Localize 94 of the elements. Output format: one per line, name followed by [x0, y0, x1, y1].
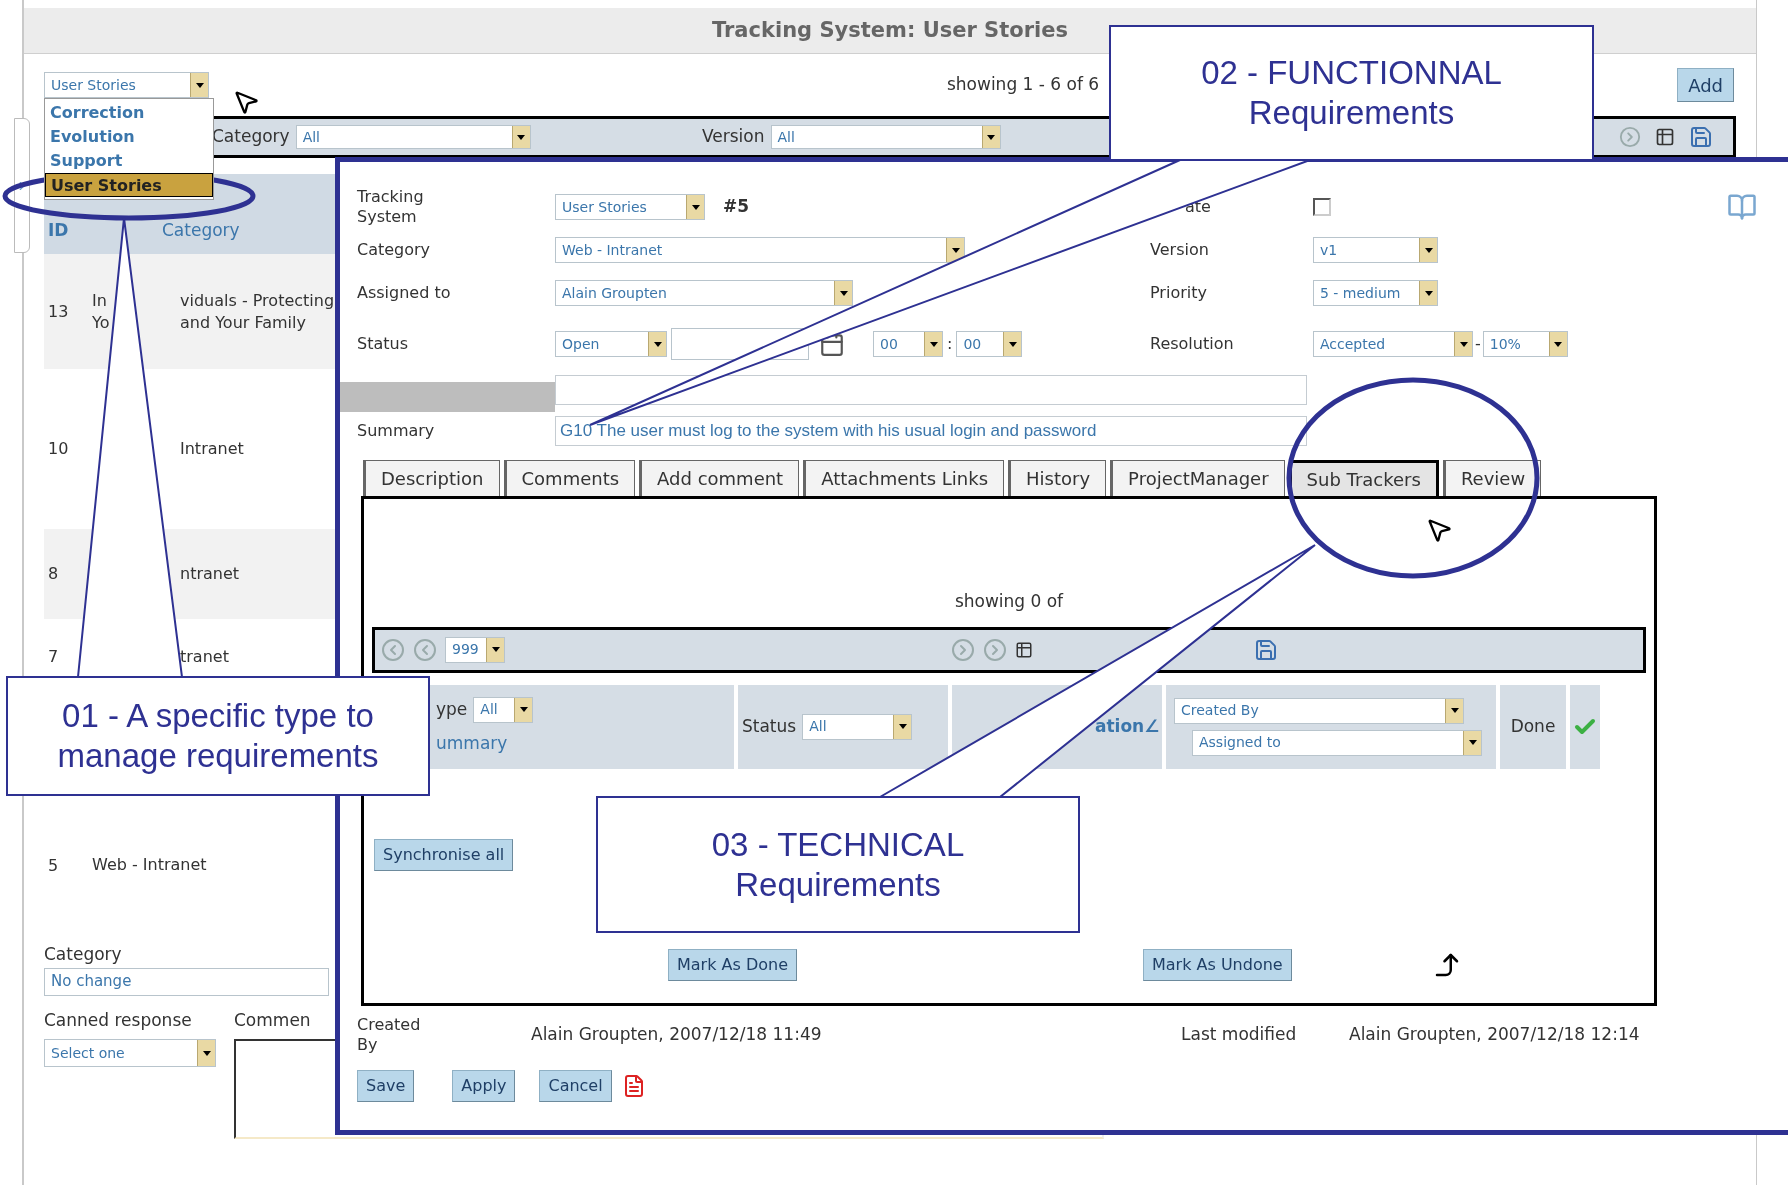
- tab[interactable]: Review: [1442, 460, 1542, 496]
- time-separator: :: [947, 333, 953, 355]
- form-button[interactable]: Cancel: [539, 1070, 612, 1102]
- field-label: Last modified: [1181, 1023, 1298, 1047]
- tab[interactable]: Description: [363, 460, 500, 496]
- columns-icon[interactable]: [1655, 127, 1675, 147]
- field-label: Created By: [357, 1015, 422, 1055]
- field-label: Version: [1150, 240, 1210, 260]
- assigned-to-select[interactable]: Assigned to: [1192, 729, 1482, 756]
- table-cell: Yo: [92, 312, 110, 332]
- form-button[interactable]: Save: [357, 1070, 415, 1102]
- dropdown-option[interactable]: Evolution: [45, 125, 213, 149]
- tab[interactable]: Comments: [503, 460, 636, 496]
- field-label: Summary: [357, 421, 436, 441]
- field-label: Category: [44, 943, 123, 966]
- column-header: Done: [1510, 714, 1556, 738]
- created-info: Alain Groupten, 2007/12/18 11:49: [531, 1023, 823, 1047]
- showing-count: showing 0 of: [953, 590, 1065, 613]
- columns-icon[interactable]: [1015, 640, 1033, 659]
- table-cell: and Your Family: [180, 311, 306, 334]
- version-select[interactable]: v1: [1313, 237, 1438, 263]
- field-label: Assigned to: [357, 283, 452, 303]
- priority-select[interactable]: 5 - medium: [1313, 280, 1438, 306]
- side-tab[interactable]: [14, 118, 30, 253]
- table-cell-text: 7: [47, 645, 60, 668]
- table-cell-text: 8: [47, 563, 60, 585]
- category-select[interactable]: No change: [44, 967, 329, 996]
- private-checkbox[interactable]: [1313, 198, 1331, 216]
- table-cell-text: 10: [47, 438, 70, 460]
- status-select[interactable]: Open: [555, 331, 667, 357]
- category-select[interactable]: Web - Intranet: [555, 237, 965, 263]
- synchronise-button[interactable]: Synchronise all: [374, 838, 514, 871]
- callout-box: 01 - A specific type to manage requirements: [6, 676, 430, 796]
- field-label: Commen: [234, 1008, 311, 1032]
- dropdown-option[interactable]: User Stories: [45, 173, 213, 197]
- summary-input[interactable]: G10 The user must log to the system with his usual login and password: [555, 416, 1307, 446]
- add-button[interactable]: Add: [1677, 68, 1734, 102]
- modified-info: Alain Groupten, 2007/12/18 12:14: [1349, 1023, 1640, 1047]
- column-header[interactable]: ation∠: [1095, 713, 1160, 740]
- page-size-select[interactable]: 999: [445, 636, 505, 663]
- tab[interactable]: History: [1008, 460, 1107, 496]
- column-header[interactable]: ID: [44, 218, 84, 244]
- tracker-select[interactable]: User Stories: [44, 72, 209, 98]
- range-separator: -: [1475, 333, 1481, 355]
- field-label: Canned response: [44, 1008, 193, 1032]
- filter-label: Version: [702, 125, 765, 149]
- filter-select[interactable]: All: [295, 125, 531, 149]
- resolution-select[interactable]: Accepted: [1313, 331, 1473, 357]
- status-filter-select[interactable]: All: [802, 713, 913, 740]
- filter-select[interactable]: All: [770, 125, 1001, 149]
- save-icon[interactable]: [1254, 637, 1278, 662]
- field-label: Status: [357, 334, 409, 354]
- dropdown-option[interactable]: Support: [45, 149, 213, 173]
- table-cell: ntranet: [180, 563, 240, 585]
- canned-response-select[interactable]: Select one: [44, 1039, 216, 1067]
- callout-box: 02 - FUNCTIONNAL Requirements: [1109, 25, 1594, 161]
- callout-box: 03 - TECHNICAL Requirements: [596, 796, 1080, 933]
- table-cell: Intranet: [180, 438, 244, 460]
- percent-select[interactable]: 10%: [1482, 331, 1568, 357]
- column-header[interactable]: Category: [162, 218, 240, 244]
- field-label: Tracking System: [357, 187, 425, 227]
- table-cell: In: [92, 290, 107, 310]
- dropdown-option[interactable]: Correction: [45, 101, 213, 125]
- filter-label: Category: [212, 125, 290, 149]
- table-cell: Web - Intranet: [92, 855, 207, 874]
- table-cell: viduals - Protecting: [180, 289, 335, 312]
- assignee-select[interactable]: Alain Groupten: [555, 280, 853, 306]
- hour-select[interactable]: 00: [873, 331, 943, 357]
- mark-undone-button[interactable]: Mark As Undone: [1143, 948, 1292, 981]
- field-label: Resolution: [1150, 334, 1235, 354]
- form-button[interactable]: Apply: [452, 1070, 516, 1102]
- created-by-select[interactable]: Created By: [1174, 697, 1464, 724]
- table-cell-text: 5: [47, 855, 60, 877]
- cursor-icon: [232, 88, 260, 116]
- table-cell-text: 13: [47, 300, 70, 323]
- ticket-number: #5: [723, 195, 750, 219]
- minute-select[interactable]: 00: [956, 331, 1023, 357]
- save-icon[interactable]: [1689, 125, 1713, 149]
- field-label: Priority: [1150, 283, 1208, 303]
- table-cell: tranet: [180, 645, 229, 668]
- tab[interactable]: ProjectManager: [1110, 460, 1285, 496]
- field-label: Category: [357, 240, 432, 260]
- book-icon[interactable]: [1727, 192, 1757, 222]
- text-input[interactable]: [555, 375, 1307, 405]
- showing-count: showing 1 - 6 of 6: [946, 73, 1100, 97]
- tab[interactable]: Attachments Links: [803, 460, 1005, 496]
- tracker-select[interactable]: User Stories: [555, 194, 705, 220]
- mark-done-button[interactable]: Mark As Done: [668, 948, 797, 981]
- column-header: ype: [436, 698, 468, 721]
- page-title: Tracking System: User Stories: [712, 16, 1068, 44]
- column-header: Status: [742, 714, 797, 738]
- tab[interactable]: Add comment: [639, 460, 800, 496]
- column-header[interactable]: ummary: [436, 730, 508, 757]
- type-select[interactable]: All: [473, 696, 534, 723]
